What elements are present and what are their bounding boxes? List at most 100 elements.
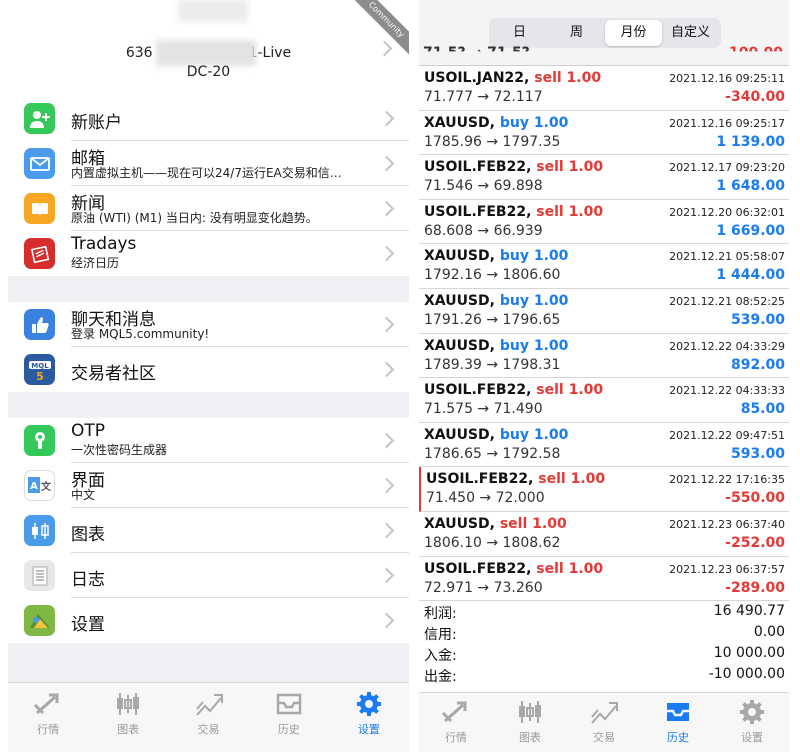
symbol-name: XAUUSD, — [424, 337, 495, 354]
menu-item-otp[interactable]: OTP 一次性密码生成器 — [8, 418, 409, 463]
deal-prices: 71.777 → 72.117 — [424, 89, 543, 105]
deal-time: 2021.12.20 06:32:01 — [669, 205, 785, 219]
tab-trade[interactable]: 交易 — [567, 693, 641, 752]
deal-prices: 1791.26 → 1796.65 — [424, 312, 561, 328]
menu-item-mailbox[interactable]: 邮箱 内置虚拟主机——现在可以24/7运行EA交易和信… — [8, 141, 409, 186]
lock-key-icon — [24, 425, 55, 456]
deal-time: 2021.12.22 04:33:29 — [669, 339, 785, 353]
menu-item-journal[interactable]: 日志 — [8, 553, 409, 598]
deal-time: 2021.12.21 08:52:25 — [669, 295, 785, 308]
deal-prices: 71.575 → 71.490 — [424, 401, 543, 418]
calendar-icon — [24, 238, 55, 269]
tab-settings[interactable]: 设置 — [715, 693, 789, 752]
deal-symbol: XAUUSD, buy 1.00 — [424, 338, 568, 354]
menu-item-subtitle: 原油 (WTI) (M1) 当日内: 没有明显变化趋势。 — [71, 211, 318, 225]
chevron-right-icon — [381, 567, 391, 583]
symbol-name: USOIL.FEB22, — [424, 382, 532, 399]
tab-chart[interactable]: 图表 — [493, 693, 567, 752]
deal-row[interactable]: USOIL.FEB22, sell 1.00 2021.12.22 04:33:3… — [419, 378, 789, 423]
deal-profit: 1 139.00 — [716, 133, 785, 150]
deal-symbol: XAUUSD, buy 1.00 — [424, 248, 568, 264]
tab-history[interactable]: 历史 — [249, 683, 329, 752]
tab-quotes[interactable]: 行情 — [419, 693, 493, 752]
deal-profit: 85.00 — [740, 401, 785, 418]
menu-item-news[interactable]: 新闻 原油 (WTI) (M1) 当日内: 没有明显变化趋势。 — [8, 186, 409, 231]
deal-prices: 1786.65 → 1792.58 — [424, 445, 561, 462]
symbol-name: XAUUSD, — [424, 293, 495, 309]
summary-withdrawal: 出金: -10 000.00 — [419, 666, 789, 687]
tab-label: 图表 — [117, 723, 140, 736]
menu-item-subtitle: 经济日历 — [71, 256, 120, 270]
segment-custom[interactable]: 自定义 — [662, 20, 719, 46]
segment-month[interactable]: 月份 — [605, 20, 662, 46]
menu-item-label: Tradays — [71, 234, 137, 254]
menu-item-traders-community[interactable]: MQL 5 交易者社区 — [8, 347, 409, 392]
tab-history[interactable]: 历史 — [641, 693, 715, 752]
deal-profit: 892.00 — [730, 356, 785, 373]
deal-side-volume: sell 1.00 — [536, 382, 604, 399]
history-icon — [276, 693, 301, 715]
account-name: DC-20 — [186, 64, 231, 80]
partial-row-profit: -100.00 — [723, 45, 783, 61]
deal-profit: 593.00 — [730, 445, 785, 462]
deal-row[interactable]: USOIL.FEB22, sell 1.00 2021.12.22 17:16:3… — [419, 467, 789, 512]
symbol-name: XAUUSD, — [424, 426, 495, 443]
deal-time: 2021.12.21 05:58:07 — [669, 250, 785, 264]
tab-quotes[interactable]: 行情 — [8, 683, 88, 752]
tab-chart[interactable]: 图表 — [88, 683, 168, 752]
tab-label: 设置 — [357, 723, 380, 736]
deal-prices: 1806.10 → 1808.62 — [424, 535, 561, 551]
deal-row[interactable]: XAUUSD, buy 1.00 2021.12.22 04:33:29 1789.… — [419, 334, 789, 379]
chevron-right-icon — [381, 245, 391, 261]
menu-item-settings[interactable]: 设置 — [8, 598, 409, 643]
svg-text:文: 文 — [41, 480, 52, 493]
chart-icon — [519, 701, 541, 723]
menu-item-new-account[interactable]: 新账户 — [8, 96, 409, 141]
svg-text:MQL: MQL — [31, 362, 49, 370]
deal-side-volume: sell 1.00 — [499, 516, 567, 532]
symbol-name: USOIL.FEB22, — [424, 203, 532, 220]
tab-trade[interactable]: 交易 — [168, 683, 248, 752]
deal-row[interactable]: USOIL.FEB22, sell 1.00 2021.12.17 09:23:2… — [419, 155, 789, 200]
deal-side-volume: buy 1.00 — [499, 248, 569, 265]
tab-label: 交易 — [197, 723, 220, 736]
deal-side-volume: buy 1.00 — [499, 293, 569, 309]
deal-row[interactable]: XAUUSD, sell 1.00 2021.12.23 06:37:40 1806… — [419, 512, 789, 557]
deal-profit: -289.00 — [725, 579, 785, 596]
menu-item-chat[interactable]: 聊天和消息 登录 MQL5.community! — [8, 302, 409, 347]
trade-icon — [591, 702, 618, 724]
bottom-tab-bar: 行情 图表 交易 历史 设置 — [419, 692, 789, 752]
deal-row[interactable]: USOIL.FEB22, sell 1.00 2021.12.20 06:32:0… — [419, 200, 789, 245]
deal-time: 2021.12.22 09:47:51 — [669, 428, 785, 442]
deal-symbol: USOIL.FEB22, sell 1.00 — [424, 382, 603, 398]
period-header: 日 周 月份 自定义 71.5? → 71.5? -100.00 — [419, 0, 789, 66]
symbol-name: USOIL.FEB22, — [426, 471, 534, 488]
deal-symbol: USOIL.FEB22, sell 1.00 — [424, 204, 603, 220]
chevron-right-icon — [381, 155, 391, 171]
menu-item-label: 新账户 — [71, 113, 122, 133]
deal-row[interactable]: XAUUSD, buy 1.00 2021.12.21 05:58:07 1792.… — [419, 244, 789, 289]
menu-item-tradays[interactable]: Tradays 经济日历 — [8, 231, 409, 276]
add-account-icon — [24, 103, 55, 134]
summary-label: 入金: — [424, 648, 457, 664]
tab-settings[interactable]: 设置 — [329, 683, 409, 752]
deal-row[interactable]: XAUUSD, buy 1.00 2021.12.16 09:25:17 1785.… — [419, 111, 789, 156]
deal-symbol: XAUUSD, buy 1.00 — [424, 427, 568, 443]
deal-profit: -340.00 — [725, 89, 785, 105]
deal-prices: 1792.16 → 1806.60 — [424, 267, 561, 284]
bottom-tab-bar: 行情 图表 交易 历史 设置 — [8, 682, 409, 752]
segment-week[interactable]: 周 — [548, 20, 605, 46]
account-header[interactable]: 636 1-Live DC-20 Community — [8, 0, 409, 96]
deal-row[interactable]: XAUUSD, buy 1.00 2021.12.22 09:47:51 1786.… — [419, 423, 789, 468]
deal-row[interactable]: USOIL.FEB22, sell 1.00 2021.12.23 06:37:5… — [419, 557, 789, 602]
symbol-name: USOIL.FEB22, — [424, 159, 532, 176]
deal-row[interactable]: XAUUSD, buy 1.00 2021.12.21 08:52:25 1791.… — [419, 289, 789, 334]
menu-item-interface[interactable]: A文 界面 中文 — [8, 463, 409, 508]
deal-row[interactable]: USOIL.JAN22, sell 1.00 2021.12.16 09:25:1… — [419, 66, 789, 111]
menu-item-charts[interactable]: 图表 — [8, 508, 409, 553]
chevron-right-icon — [381, 522, 391, 538]
chevron-right-icon — [381, 612, 391, 628]
tab-label: 图表 — [519, 731, 541, 744]
segment-day[interactable]: 日 — [491, 20, 548, 46]
chart-icon — [117, 693, 140, 715]
